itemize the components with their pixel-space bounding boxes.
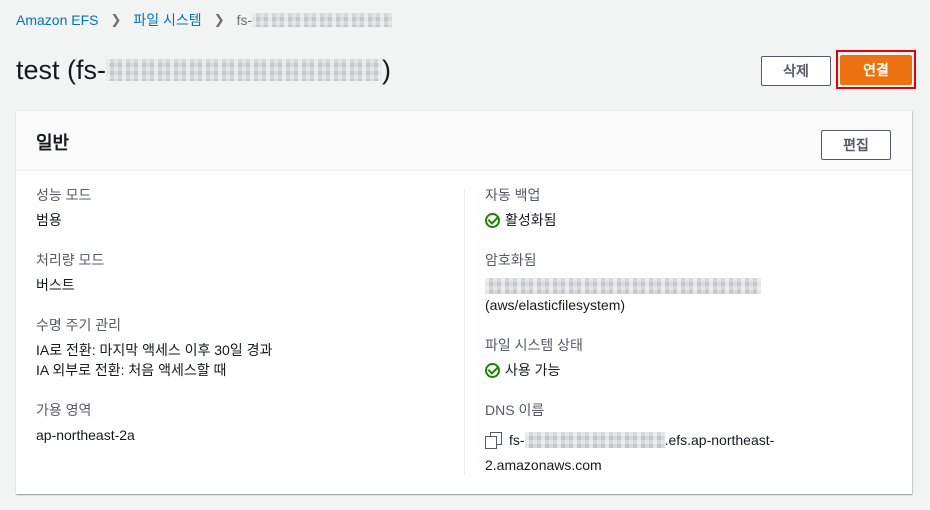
dns-prefix: fs-: [509, 432, 525, 448]
connect-button[interactable]: 연결: [840, 55, 912, 85]
lifecycle-to-ia: IA로 전환: 마지막 액세스 이후 30일 경과: [36, 342, 273, 358]
lifecycle-out-of-ia: IA 외부로 전환: 처음 액세스할 때: [36, 362, 227, 378]
availability-zone-field: 가용 영역 ap-northeast-2a: [36, 400, 135, 445]
edit-button[interactable]: 편집: [821, 130, 891, 160]
redacted-key-arn: [485, 278, 761, 295]
breadcrumb-current: fs-: [237, 12, 393, 28]
panel-header: 일반 편집: [16, 111, 912, 171]
automatic-backups-field: 자동 백업 활성화됨: [485, 185, 557, 230]
redacted-id: [252, 13, 393, 27]
page-title-suffix: ): [382, 54, 392, 85]
file-system-state-label: 파일 시스템 상태: [485, 337, 583, 353]
availability-zone-label: 가용 영역: [36, 402, 92, 418]
breadcrumb: Amazon EFS ❯ 파일 시스템 ❯ fs-: [16, 10, 393, 30]
performance-mode-value: 범용: [36, 212, 62, 228]
check-circle-icon: [485, 362, 500, 378]
delete-button[interactable]: 삭제: [761, 56, 831, 86]
file-system-state-value: 사용 가능: [485, 360, 583, 380]
dns-name-field: DNS 이름 fs- .efs.ap-northeast- 2.amazonaw…: [485, 400, 774, 475]
general-panel: 일반 편집 성능 모드 범용 처리량 모드 버스트 수명 주기 관리 IA로 전…: [16, 110, 912, 494]
encrypted-value: (aws/elasticfilesystem): [485, 297, 626, 313]
encrypted-field: 암호화됨 (aws/elasticfilesystem): [485, 250, 761, 315]
throughput-mode-field: 처리량 모드 버스트: [36, 250, 104, 295]
automatic-backups-label: 자동 백업: [485, 187, 541, 203]
chevron-right-icon: ❯: [213, 12, 225, 27]
breadcrumb-file-systems[interactable]: 파일 시스템: [133, 10, 201, 30]
encrypted-key-redacted: [485, 275, 761, 295]
file-system-state-field: 파일 시스템 상태 사용 가능: [485, 335, 583, 380]
automatic-backups-status: 활성화됨: [505, 212, 557, 228]
automatic-backups-value: 활성화됨: [485, 210, 557, 230]
redacted-id: [106, 59, 383, 81]
encrypted-label: 암호화됨: [485, 252, 537, 268]
availability-zone-value: ap-northeast-2a: [36, 427, 135, 443]
dns-name-line2: 2.amazonaws.com: [485, 457, 602, 473]
check-circle-icon: [485, 212, 500, 228]
throughput-mode-value: 버스트: [36, 277, 75, 293]
column-divider: [464, 189, 465, 475]
file-system-state-status: 사용 가능: [505, 362, 561, 378]
lifecycle-management-label: 수명 주기 관리: [36, 317, 122, 333]
copy-icon[interactable]: [485, 432, 502, 449]
performance-mode-label: 성능 모드: [36, 187, 92, 203]
chevron-right-icon: ❯: [110, 12, 122, 27]
panel-title: 일반: [36, 133, 70, 153]
page-title-prefix: test (fs-: [16, 54, 107, 85]
lifecycle-management-field: 수명 주기 관리 IA로 전환: 마지막 액세스 이후 30일 경과 IA 외부…: [36, 315, 272, 380]
performance-mode-field: 성능 모드 범용: [36, 185, 91, 230]
dns-name-line1: fs- .efs.ap-northeast-: [485, 430, 774, 450]
dns-name-label: DNS 이름: [485, 402, 545, 418]
breadcrumb-amazon-efs[interactable]: Amazon EFS: [16, 12, 98, 28]
breadcrumb-current-label: fs-: [236, 12, 253, 28]
throughput-mode-label: 처리량 모드: [36, 252, 105, 268]
page-title: test (fs- ): [16, 52, 391, 88]
redacted-id: [524, 432, 665, 448]
dns-mid: .efs.ap-northeast-: [664, 432, 775, 448]
